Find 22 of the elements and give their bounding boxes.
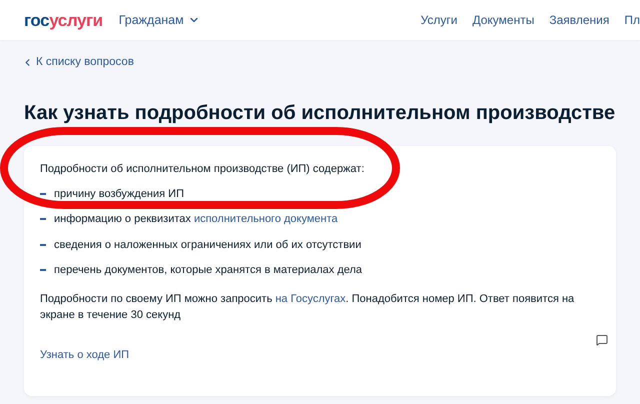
intro-text: Подробности об исполнительном производстве (ИП) содержат: xyxy=(40,162,366,178)
info-paragraph: Подробности по своему ИП можно запросить на Госуслугах. Понадобится номер ИП. Ответ появится на экране в течение 30 секунд xyxy=(40,292,576,323)
document-link[interactable]: исполнительного документа xyxy=(194,213,338,226)
list-item-text: причину возбуждения ИП xyxy=(54,186,184,202)
nav-link[interactable]: Услуги xyxy=(420,11,458,29)
list-item-text: перечень документов, которые хранятся в материалах дела xyxy=(54,263,362,278)
logo[interactable]: госуслуги xyxy=(24,12,103,28)
nav-link[interactable]: Документы xyxy=(472,11,534,29)
back-link[interactable]: К списку вопросов xyxy=(22,54,134,72)
page-title: Как узнать подробности об исполнительном производстве xyxy=(24,101,616,126)
list-dash xyxy=(40,244,46,246)
nav-link[interactable]: Заявления xyxy=(549,11,610,29)
nav-link[interactable]: Пл xyxy=(624,11,640,29)
list-dash xyxy=(40,269,46,272)
list-dash xyxy=(40,218,46,220)
list-item-text: сведения о наложенных ограничениях или об их отсутствии xyxy=(54,238,362,253)
speech-bubble-icon[interactable] xyxy=(596,334,608,346)
action-link[interactable]: Узнать о ходе ИП xyxy=(40,346,130,364)
list-item-text: информацию о реквизитах исполнительного документа xyxy=(54,212,338,228)
audience-menu[interactable]: Гражданам xyxy=(118,10,200,30)
list-dash xyxy=(40,192,46,195)
gosuslugi-link[interactable]: на Госуслугах xyxy=(275,292,346,305)
